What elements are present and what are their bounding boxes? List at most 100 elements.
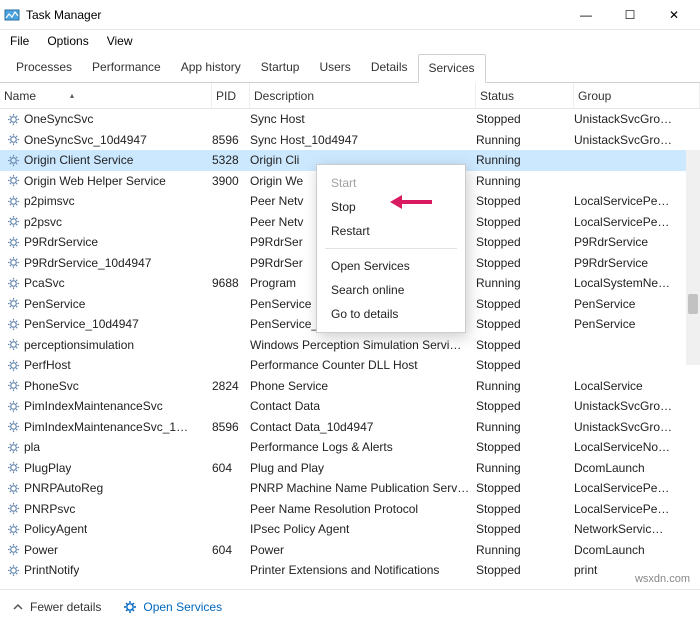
gear-icon	[123, 600, 137, 614]
tab-services[interactable]: Services	[418, 54, 486, 83]
service-description: Performance Logs & Alerts	[250, 440, 476, 454]
service-description: Performance Counter DLL Host	[250, 358, 476, 372]
service-group: DcomLaunch	[574, 461, 700, 475]
service-status: Stopped	[476, 235, 574, 249]
window-caption-buttons: — ☐ ✕	[564, 1, 696, 29]
service-icon	[6, 522, 20, 536]
service-status: Running	[476, 174, 574, 188]
fewer-details-label: Fewer details	[30, 600, 101, 614]
service-description: Printer Extensions and Notifications	[250, 563, 476, 577]
service-name: PNRPsvc	[24, 502, 75, 516]
service-name: PrintNotify	[24, 563, 79, 577]
open-services-link[interactable]: Open Services	[123, 600, 222, 614]
close-button[interactable]: ✕	[652, 1, 696, 29]
context-menu-restart[interactable]: Restart	[317, 219, 465, 243]
service-description: Plug and Play	[250, 461, 476, 475]
table-row[interactable]: OneSyncSvc_10d49478596Sync Host_10d4947R…	[0, 130, 700, 151]
service-name: PenService	[24, 297, 85, 311]
table-row[interactable]: PhoneSvc2824Phone ServiceRunningLocalSer…	[0, 376, 700, 397]
service-pid: 3900	[212, 174, 250, 188]
context-menu-open-services[interactable]: Open Services	[317, 254, 465, 278]
service-name: PerfHost	[24, 358, 71, 372]
tab-users[interactable]: Users	[309, 54, 360, 82]
service-description: Sync Host_10d4947	[250, 133, 476, 147]
watermark: wsxdn.com	[635, 573, 690, 585]
service-icon	[6, 379, 20, 393]
service-status: Stopped	[476, 112, 574, 126]
fewer-details-button[interactable]: Fewer details	[12, 600, 101, 614]
service-name: pla	[24, 440, 40, 454]
service-icon	[6, 256, 20, 270]
service-pid: 5328	[212, 153, 250, 167]
service-status: Stopped	[476, 215, 574, 229]
service-status: Stopped	[476, 440, 574, 454]
table-row[interactable]: PNRPsvcPeer Name Resolution ProtocolStop…	[0, 499, 700, 520]
service-icon	[6, 543, 20, 557]
service-icon	[6, 317, 20, 331]
service-pid: 8596	[212, 133, 250, 147]
service-name: Origin Web Helper Service	[24, 174, 166, 188]
table-row[interactable]: Power604PowerRunningDcomLaunch	[0, 540, 700, 561]
service-icon	[6, 338, 20, 352]
service-description: Windows Perception Simulation Servi…	[250, 338, 476, 352]
scroll-thumb[interactable]	[688, 294, 698, 314]
table-row[interactable]: PerfHostPerformance Counter DLL HostStop…	[0, 355, 700, 376]
table-row[interactable]: perceptionsimulationWindows Perception S…	[0, 335, 700, 356]
menu-file[interactable]: File	[10, 34, 29, 48]
window-title: Task Manager	[26, 8, 101, 22]
table-row[interactable]: pla Performance Logs & AlertsStoppedLocal…	[0, 437, 700, 458]
service-status: Running	[476, 461, 574, 475]
service-name: P9RdrService_10d4947	[24, 256, 151, 270]
column-headers: Name ▴ PID Description Status Group	[0, 83, 700, 109]
table-row[interactable]: PolicyAgentIPsec Policy AgentStoppedNetw…	[0, 519, 700, 540]
minimize-button[interactable]: —	[564, 1, 608, 29]
tab-performance[interactable]: Performance	[82, 54, 171, 82]
service-group: LocalSystemNe…	[574, 276, 700, 290]
service-icon	[6, 235, 20, 249]
service-group: PenService	[574, 317, 700, 331]
header-name[interactable]: Name ▴	[0, 83, 212, 108]
header-status-label: Status	[480, 89, 514, 103]
menu-view[interactable]: View	[107, 34, 133, 48]
table-row[interactable]: PimIndexMaintenanceSvcContact DataStoppe…	[0, 396, 700, 417]
service-name: Origin Client Service	[24, 153, 133, 167]
service-group: PenService	[574, 297, 700, 311]
service-group: UnistackSvcGro…	[574, 112, 700, 126]
tab-startup[interactable]: Startup	[251, 54, 310, 82]
header-description[interactable]: Description	[250, 83, 476, 108]
context-menu-search-online[interactable]: Search online	[317, 278, 465, 302]
service-icon	[6, 440, 20, 454]
context-menu-start[interactable]: Start	[317, 171, 465, 195]
maximize-button[interactable]: ☐	[608, 1, 652, 29]
service-status: Running	[476, 420, 574, 434]
menu-options[interactable]: Options	[47, 34, 88, 48]
table-row[interactable]: PlugPlay604Plug and PlayRunningDcomLaunc…	[0, 458, 700, 479]
service-group: DcomLaunch	[574, 543, 700, 557]
table-row[interactable]: OneSyncSvcSync HostStoppedUnistackSvcGro…	[0, 109, 700, 130]
context-menu-go-to-details[interactable]: Go to details	[317, 302, 465, 326]
service-icon	[6, 133, 20, 147]
service-icon	[6, 481, 20, 495]
chevron-up-icon	[12, 601, 24, 613]
service-status: Running	[476, 153, 574, 167]
tab-processes[interactable]: Processes	[6, 54, 82, 82]
table-row[interactable]: PNRPAutoRegPNRP Machine Name Publication…	[0, 478, 700, 499]
service-status: Running	[476, 276, 574, 290]
tab-details[interactable]: Details	[361, 54, 418, 82]
vertical-scrollbar[interactable]	[686, 150, 700, 365]
header-status[interactable]: Status	[476, 83, 574, 108]
header-pid[interactable]: PID	[212, 83, 250, 108]
service-group: LocalServiceNo…	[574, 440, 700, 454]
app-icon	[4, 7, 20, 23]
tab-strip: Processes Performance App history Startu…	[0, 54, 700, 83]
service-group: LocalService	[574, 379, 700, 393]
service-icon	[6, 194, 20, 208]
service-group: UnistackSvcGro…	[574, 133, 700, 147]
table-row[interactable]: PimIndexMaintenanceSvc_1…8596Contact Dat…	[0, 417, 700, 438]
table-row[interactable]: PrintNotify Printer Extensions and Notifi…	[0, 560, 700, 581]
service-icon	[6, 174, 20, 188]
header-pid-label: PID	[216, 89, 236, 103]
header-group[interactable]: Group	[574, 83, 700, 108]
service-description: Power	[250, 543, 476, 557]
tab-app-history[interactable]: App history	[171, 54, 251, 82]
